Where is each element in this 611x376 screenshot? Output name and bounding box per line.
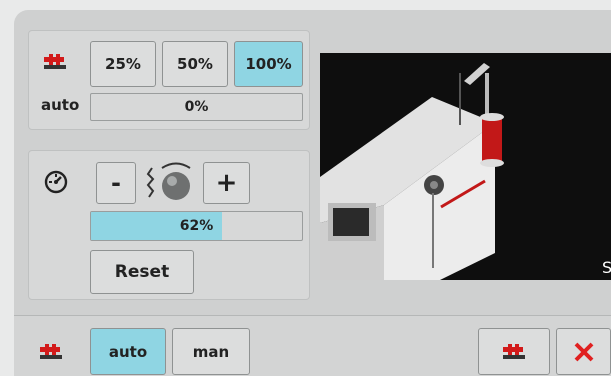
machine-speed-button[interactable] — [478, 328, 550, 375]
mode-auto-button[interactable]: auto — [90, 328, 166, 375]
mode-manual-button[interactable]: man — [172, 328, 250, 375]
reset-button[interactable]: Reset — [90, 250, 194, 294]
tension-decrease-button[interactable]: - — [96, 162, 136, 204]
tension-dial-icon — [142, 160, 196, 210]
machine-speed-icon — [44, 54, 66, 74]
speed-50-button[interactable]: 50% — [162, 41, 228, 87]
sewing-machine-illustration: S — [320, 63, 611, 280]
auto-speed-value: 0% — [184, 99, 209, 115]
close-button[interactable] — [556, 328, 611, 375]
speed-100-button[interactable]: 100% — [234, 41, 303, 87]
machine-speed-icon — [40, 344, 62, 364]
tension-value: 62% — [179, 218, 214, 234]
close-icon — [574, 342, 593, 361]
machine-speed-icon — [503, 343, 525, 359]
speed-25-button[interactable]: 25% — [90, 41, 156, 87]
thread-tension-icon — [44, 170, 68, 198]
tension-increase-button[interactable]: + — [203, 162, 250, 204]
auto-speed-bar[interactable]: 0% — [90, 93, 303, 121]
preview-edge-text: S — [602, 258, 611, 277]
auto-speed-label: auto — [41, 96, 80, 114]
sewing-machine-preview: S — [320, 53, 611, 280]
tension-bar[interactable]: 62% — [90, 211, 303, 241]
